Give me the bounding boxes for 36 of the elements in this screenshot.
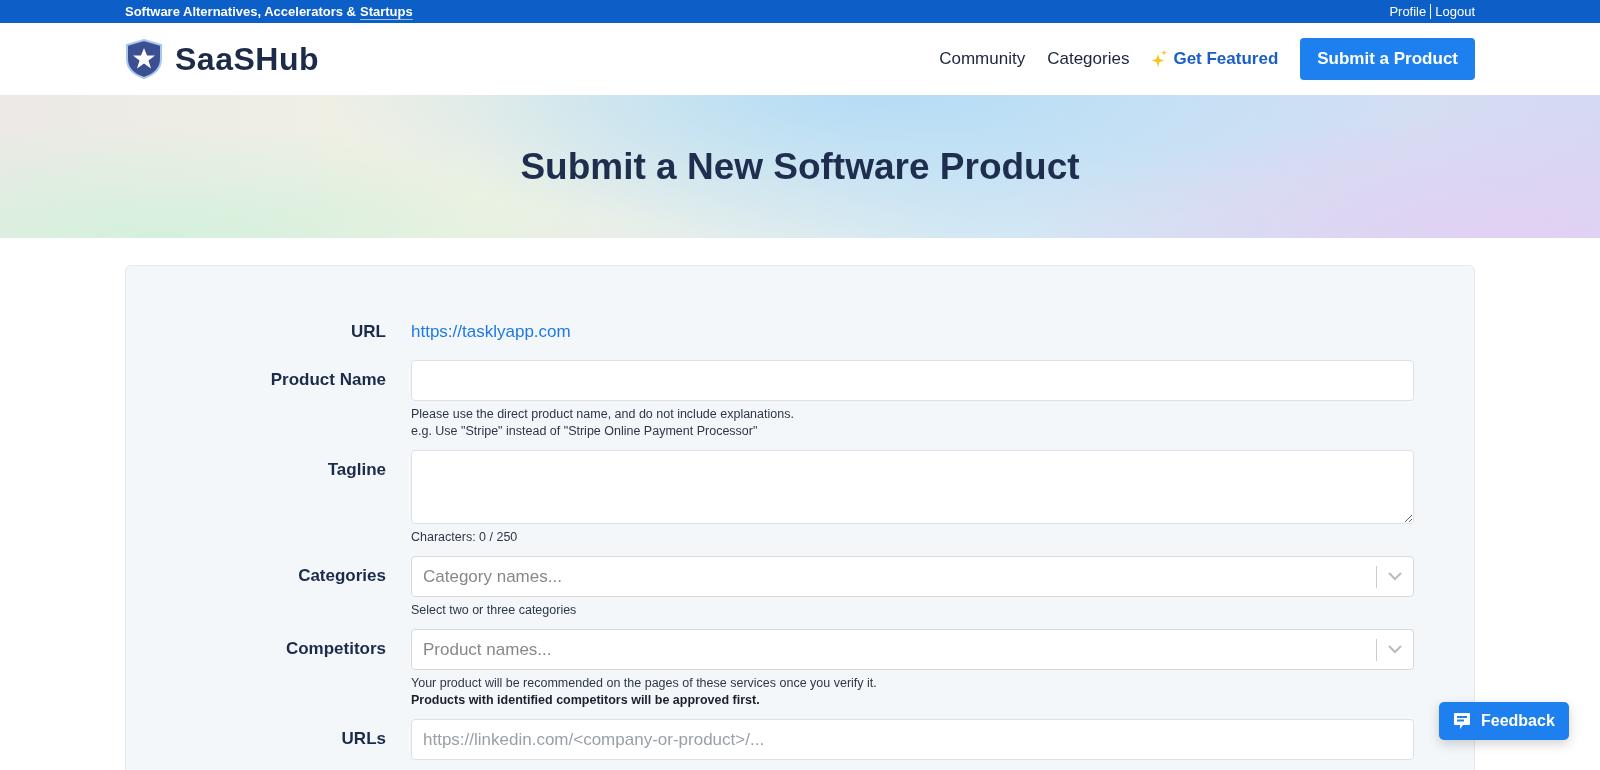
feedback-button[interactable]: Feedback xyxy=(1439,702,1569,740)
text-input-field[interactable]: https://linkedin.com/<company-or-product>/... xyxy=(411,719,1414,760)
field-label: Product Name xyxy=(269,369,386,391)
startups-link[interactable]: Startups xyxy=(359,4,413,19)
select-placeholder: Product names... xyxy=(423,639,553,660)
field-label: URL xyxy=(350,322,386,343)
select-field[interactable]: Product names... xyxy=(411,629,1414,670)
featured-link[interactable]: Get Featured xyxy=(1151,49,1279,69)
nav-link[interactable]: Categories xyxy=(1047,49,1130,69)
field-label: URLs xyxy=(340,728,386,750)
user-link[interactable]: Profile xyxy=(1389,4,1427,19)
chat-icon xyxy=(1453,712,1471,730)
url-link[interactable]: https://tasklyapp.com xyxy=(411,322,571,350)
field-label: Categories xyxy=(297,565,386,587)
page-title: Submit a New Software Product xyxy=(520,145,1080,188)
sparkle-icon xyxy=(1151,50,1168,68)
help-text: Select two or three categories xyxy=(411,602,578,619)
help-text: Your product will be recommended on the pages of these services once you verify it. xyxy=(411,675,878,692)
help-text: Characters: 0 / 250 xyxy=(411,529,519,546)
logo-text: SaaSHub xyxy=(175,40,319,78)
chevron-down-icon xyxy=(1388,645,1402,654)
nav-link[interactable]: Community xyxy=(939,49,1026,69)
shield-star-logo-icon xyxy=(125,39,163,79)
help-text: Products with identified competitors will be approved first. xyxy=(411,692,761,709)
submit-product-button[interactable]: Submit a Product xyxy=(1300,38,1475,80)
help-text: Please use the direct product name, and do not include explanations. xyxy=(411,406,795,423)
site-tagline: Software Alternatives, Accelerators & xyxy=(125,4,356,19)
select-field[interactable]: Category names... xyxy=(411,556,1414,597)
text-input-field[interactable] xyxy=(411,360,1414,401)
field-label: Competitors xyxy=(284,638,386,660)
field-label: Tagline xyxy=(326,459,386,481)
select-placeholder: Category names... xyxy=(423,566,563,587)
textarea-field[interactable] xyxy=(411,450,1414,524)
chevron-down-icon xyxy=(1388,572,1402,581)
help-text: e.g. Use "Stripe" instead of "Stripe Online Payment Processor" xyxy=(411,423,759,440)
user-link[interactable]: Logout xyxy=(1435,4,1475,19)
